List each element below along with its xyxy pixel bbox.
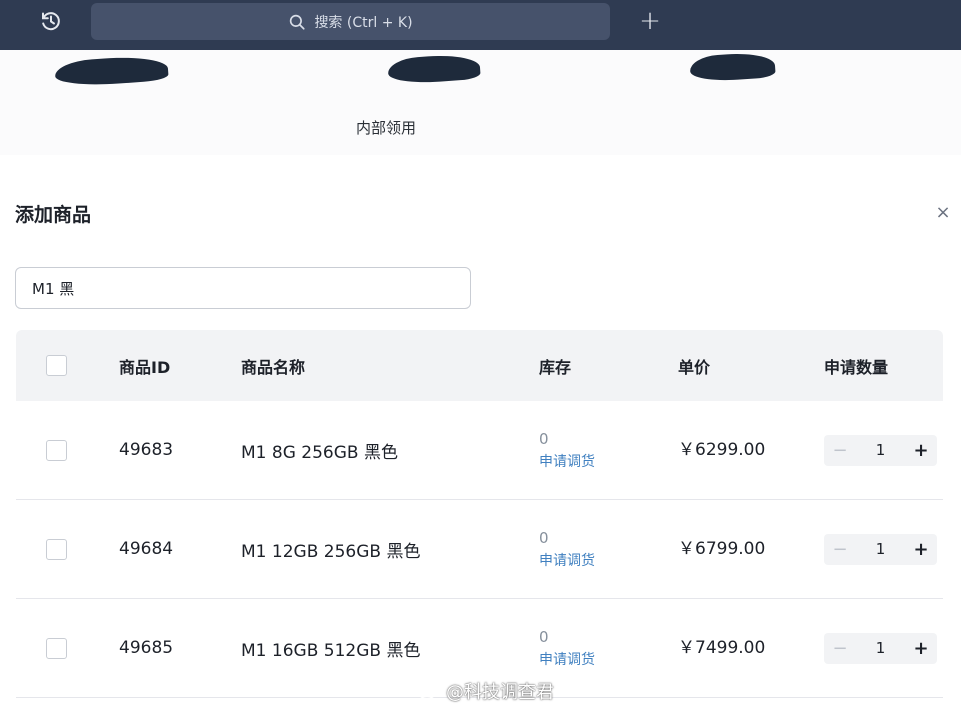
- table-row: 49683 M1 8G 256GB 黑色 0 申请调货 ￥6299.00 − 1…: [16, 401, 943, 500]
- product-name: M1 12GB 256GB 黑色: [241, 541, 421, 562]
- row-checkbox[interactable]: [46, 637, 67, 659]
- redacted-mark: [387, 52, 481, 86]
- header-id: 商品ID: [119, 357, 171, 377]
- redacted-mark: [54, 54, 169, 88]
- quantity-value[interactable]: 1: [876, 639, 886, 657]
- header-price: 单价: [678, 357, 711, 377]
- unit-price: ￥6799.00: [678, 538, 766, 559]
- stock-value: 0: [539, 628, 549, 646]
- product-id: 49685: [119, 638, 174, 658]
- watermark-text: @科技调查君: [446, 682, 554, 703]
- quantity-stepper: − 1 +: [824, 632, 937, 664]
- clock-icon: [39, 9, 63, 37]
- decrement-button[interactable]: −: [824, 435, 856, 466]
- stock-value: 0: [539, 430, 549, 448]
- weibo-icon: [418, 682, 440, 700]
- new-tab-button[interactable]: +: [636, 6, 664, 36]
- select-all-checkbox[interactable]: [46, 355, 67, 376]
- decrement-button[interactable]: −: [824, 534, 856, 565]
- request-transfer-link[interactable]: 申请调货: [539, 451, 595, 473]
- close-button[interactable]: ×: [930, 199, 956, 225]
- header-qty: 申请数量: [824, 357, 889, 377]
- modal-title: 添加商品: [15, 204, 92, 226]
- search-icon: [288, 13, 306, 31]
- request-transfer-link[interactable]: 申请调货: [539, 550, 595, 572]
- history-button[interactable]: [36, 8, 66, 38]
- unit-price: ￥7499.00: [678, 637, 766, 658]
- increment-button[interactable]: +: [905, 534, 937, 565]
- redacted-mark: [689, 51, 776, 83]
- search-placeholder: 搜索 (Ctrl + K): [314, 14, 413, 31]
- product-search-input[interactable]: [15, 267, 471, 309]
- request-transfer-link[interactable]: 申请调货: [539, 649, 595, 671]
- row-checkbox[interactable]: [46, 538, 67, 560]
- decrement-button[interactable]: −: [824, 633, 856, 664]
- row-checkbox[interactable]: [46, 439, 67, 461]
- table-row: 49684 M1 12GB 256GB 黑色 0 申请调货 ￥6799.00 −…: [16, 500, 943, 599]
- product-name: M1 8G 256GB 黑色: [241, 442, 398, 463]
- header-stock: 库存: [539, 357, 572, 377]
- increment-button[interactable]: +: [905, 435, 937, 466]
- product-id: 49684: [119, 539, 174, 559]
- quantity-stepper: − 1 +: [824, 434, 937, 466]
- product-id: 49683: [119, 440, 174, 460]
- background-page: 内部领用: [0, 50, 961, 155]
- global-search[interactable]: 搜索 (Ctrl + K): [91, 3, 610, 40]
- internal-use-label: 内部领用: [356, 119, 417, 137]
- quantity-value[interactable]: 1: [876, 441, 886, 459]
- increment-button[interactable]: +: [905, 633, 937, 664]
- header-name: 商品名称: [241, 357, 306, 377]
- quantity-stepper: − 1 +: [824, 533, 937, 565]
- quantity-value[interactable]: 1: [876, 540, 886, 558]
- table-header: 商品ID 商品名称 库存 单价 申请数量: [16, 330, 943, 401]
- top-bar: 搜索 (Ctrl + K) +: [0, 0, 961, 50]
- close-icon: ×: [935, 201, 951, 223]
- unit-price: ￥6299.00: [678, 439, 766, 460]
- add-product-modal: 添加商品 × 商品ID 商品名称 库存 单价 申请数量 49683 M1 8G …: [0, 155, 961, 716]
- product-table: 商品ID 商品名称 库存 单价 申请数量 49683 M1 8G 256GB 黑…: [16, 330, 943, 698]
- watermark: @科技调查君: [418, 678, 554, 704]
- product-name: M1 16GB 512GB 黑色: [241, 640, 421, 661]
- stock-value: 0: [539, 529, 549, 547]
